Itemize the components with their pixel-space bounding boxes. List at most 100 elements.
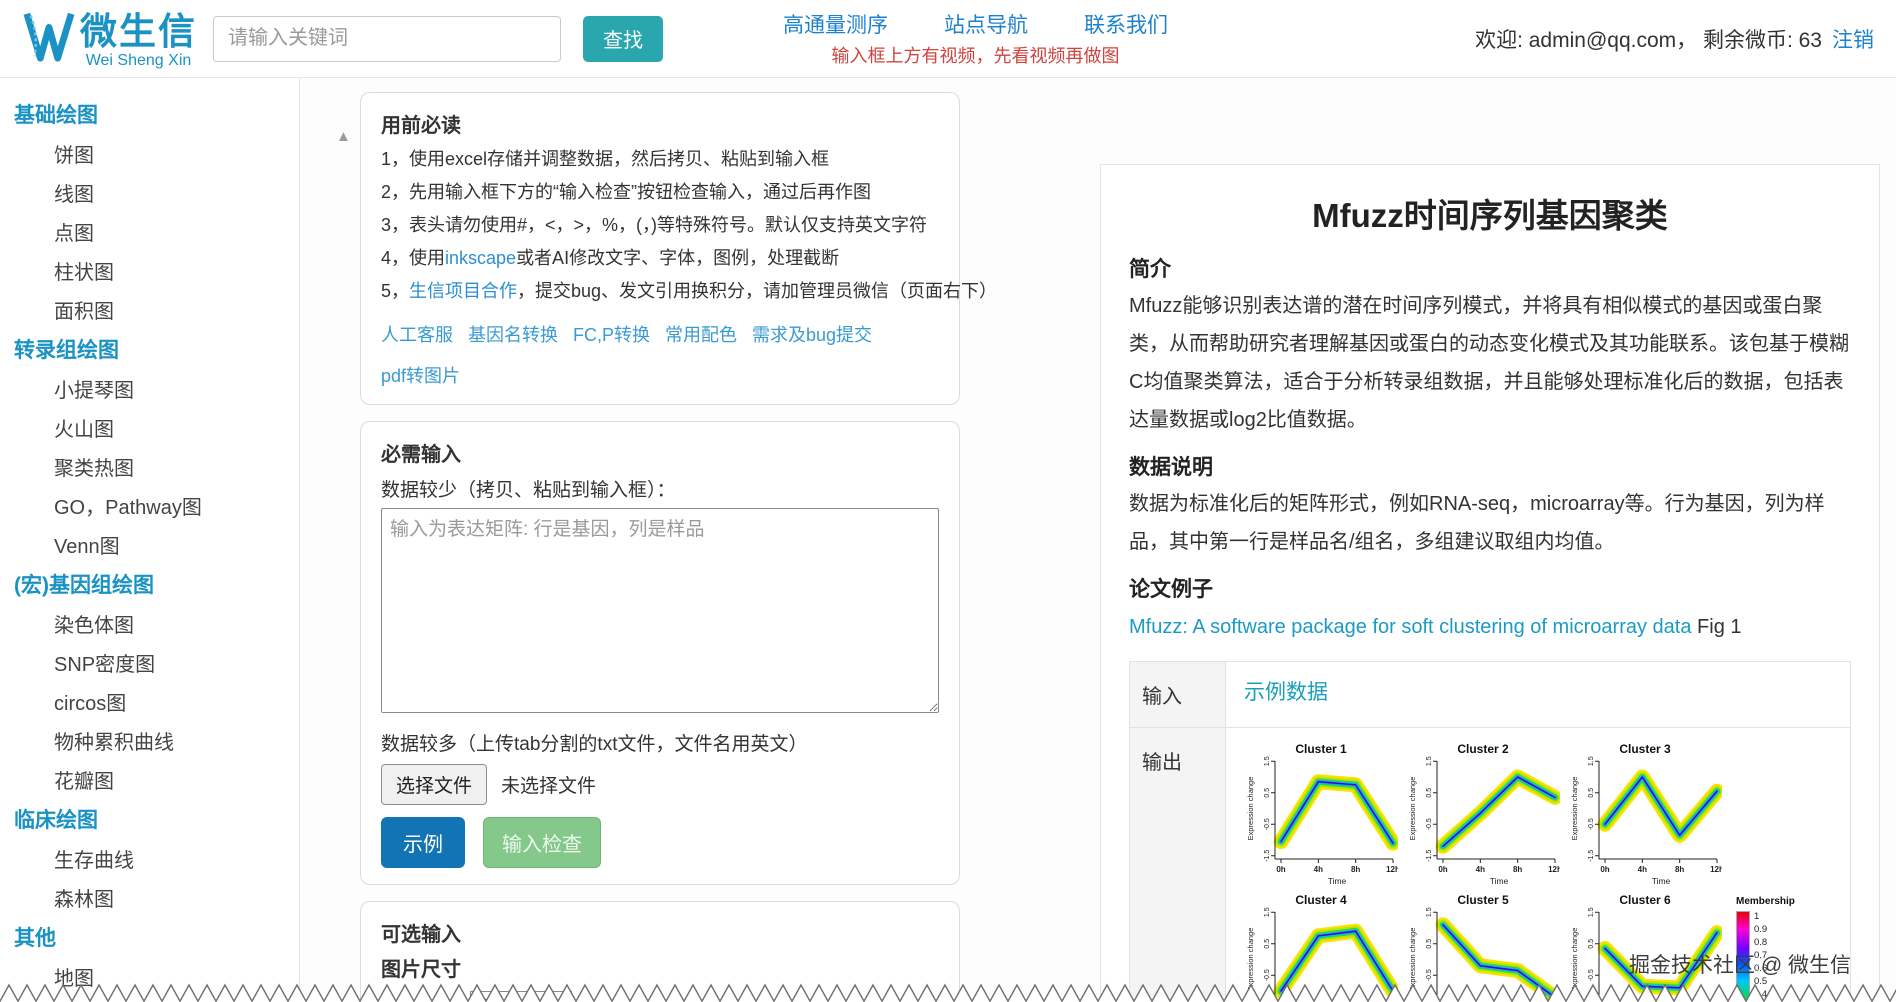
cluster-panel-title: Cluster 5 — [1406, 893, 1560, 907]
paper-link[interactable]: Mfuzz: A software package for soft clust… — [1129, 616, 1691, 638]
inkscape-link[interactable]: inkscape — [445, 248, 516, 268]
colorbar-title: Membership — [1736, 896, 1795, 907]
cluster-panel-title: Cluster 3 — [1568, 742, 1722, 756]
nav-link[interactable]: 联系我们 — [1084, 9, 1168, 39]
sidebar-item[interactable]: 聚类热图 — [14, 452, 299, 481]
quick-link[interactable]: pdf转图片 — [381, 362, 460, 388]
quick-link[interactable]: 常用配色 — [665, 321, 737, 347]
intro-paragraph: Mfuzz能够识别表达谱的潜在时间序列模式，并将具有相似模式的基因或蛋白聚类，从… — [1129, 287, 1851, 439]
paper-example-line: Mfuzz: A software package for soft clust… — [1129, 609, 1851, 645]
top-nav: 高通量测序 站点导航 联系我们 — [783, 9, 1168, 39]
sidebar-item[interactable]: SNP密度图 — [14, 648, 299, 677]
search-button[interactable]: 查找 — [583, 16, 663, 62]
input-row-label: 输入 — [1130, 662, 1226, 728]
button-row: 示例 输入检查 — [381, 817, 939, 868]
svg-text:12h: 12h — [1548, 865, 1560, 874]
quick-link[interactable]: 人工客服 — [381, 321, 453, 347]
sidebar-item[interactable]: 生存曲线 — [14, 844, 299, 873]
required-input-card: 必需输入 数据较少（拷贝、粘贴到输入框）： 数据较多（上传tab分割的txt文件… — [360, 421, 960, 885]
svg-text:Expression change: Expression change — [1570, 777, 1579, 841]
page-title: Mfuzz时间序列基因聚类 — [1129, 189, 1851, 237]
svg-text:Expression change: Expression change — [1408, 777, 1417, 841]
svg-text:1.5: 1.5 — [1426, 756, 1433, 766]
quick-link[interactable]: 需求及bug提交 — [752, 321, 872, 347]
choose-file-button[interactable]: 选择文件 — [381, 764, 487, 805]
weishengxin-page: 微生信 Wei Sheng Xin 查找 高通量测序 站点导航 联系我们 输入框上方… — [0, 0, 1896, 1002]
data-desc-heading: 数据说明 — [1129, 451, 1851, 481]
nav-link[interactable]: 站点导航 — [944, 9, 1028, 39]
sidebar-section-title[interactable]: (宏)基因组绘图 — [14, 569, 299, 599]
scroll-up-icon[interactable]: ▲ — [336, 128, 351, 145]
colorbar-tick-label: 0.9 — [1754, 924, 1767, 935]
svg-text:8h: 8h — [1675, 865, 1684, 874]
svg-text:1.5: 1.5 — [1588, 907, 1595, 917]
svg-text:Time: Time — [1328, 876, 1347, 886]
sidebar-item[interactable]: 柱状图 — [14, 256, 299, 285]
svg-text:4h: 4h — [1476, 865, 1485, 874]
logo[interactable]: 微生信 Wei Sheng Xin — [22, 8, 197, 69]
nav-block: 高通量测序 站点导航 联系我们 输入框上方有视频，先看视频再做图 — [783, 9, 1168, 68]
welcome-area: 欢迎: admin@qq.com， 剩余微币: 63 注销 — [1475, 24, 1874, 54]
colorbar-tick-label: 1 — [1754, 911, 1767, 922]
svg-text:-1.5: -1.5 — [1426, 850, 1433, 862]
readme-line-5: 5，生信项目合作，提交bug、发文引用换积分，请加管理员微信（页面右下） — [381, 277, 939, 303]
quick-link[interactable]: FC,P转换 — [573, 321, 650, 347]
svg-text:12h: 12h — [1386, 865, 1398, 874]
sidebar-section-title[interactable]: 临床绘图 — [14, 804, 299, 834]
svg-text:Time: Time — [1490, 876, 1509, 886]
sidebar-item[interactable]: GO，Pathway图 — [14, 491, 299, 520]
svg-text:1.5: 1.5 — [1426, 907, 1433, 917]
search-input[interactable] — [213, 16, 561, 62]
sidebar-item[interactable]: 面积图 — [14, 295, 299, 324]
nav-link[interactable]: 高通量测序 — [783, 9, 888, 39]
svg-text:0.5: 0.5 — [1264, 939, 1271, 949]
readme-card: 用前必读 1，使用excel存储并调整数据，然后拷贝、粘贴到输入框 2，先用输入… — [360, 92, 960, 405]
svg-text:0h: 0h — [1600, 865, 1609, 874]
video-notice: 输入框上方有视频，先看视频再做图 — [832, 42, 1120, 68]
sidebar-item[interactable]: circos图 — [14, 687, 299, 716]
sidebar-section-title[interactable]: 转录组绘图 — [14, 334, 299, 364]
upload-label: 数据较多（上传tab分割的txt文件，文件名用英文） — [381, 729, 939, 756]
paper-fig-ref: Fig 1 — [1691, 616, 1741, 638]
sidebar-item[interactable]: 饼图 — [14, 139, 299, 168]
torn-edge — [0, 980, 1896, 1002]
logo-dna-w-icon — [22, 8, 76, 69]
svg-text:-0.5: -0.5 — [1426, 818, 1433, 830]
colorbar-tick-label: 0.8 — [1754, 937, 1767, 948]
svg-text:8h: 8h — [1351, 865, 1360, 874]
logo-title: 微生信 — [80, 13, 197, 50]
sidebar-item[interactable]: 染色体图 — [14, 609, 299, 638]
sidebar-item[interactable]: 点图 — [14, 217, 299, 246]
sidebar-item[interactable]: 火山图 — [14, 413, 299, 442]
sample-data-link[interactable]: 示例数据 — [1244, 681, 1328, 704]
image-size-title: 图片尺寸 — [381, 953, 939, 982]
sidebar-item[interactable]: 物种累积曲线 — [14, 726, 299, 755]
svg-text:0.5: 0.5 — [1264, 788, 1271, 798]
svg-text:0.5: 0.5 — [1426, 939, 1433, 949]
sidebar-item[interactable]: Venn图 — [14, 530, 299, 559]
input-check-button[interactable]: 输入检查 — [483, 817, 601, 868]
readme-line-4: 4，使用inkscape或者AI修改文字、字体，图例，处理截断 — [381, 244, 939, 270]
content: 基础绘图饼图线图点图柱状图面积图转录组绘图小提琴图火山图聚类热图 GO，Pathw… — [0, 78, 1896, 1002]
sidebar-item[interactable]: 线图 — [14, 178, 299, 207]
data-input-textarea[interactable] — [381, 508, 939, 713]
sidebar-section-title[interactable]: 基础绘图 — [14, 99, 299, 129]
sidebar-item[interactable]: 花瓣图 — [14, 765, 299, 794]
sidebar-item[interactable]: 小提琴图 — [14, 374, 299, 403]
logout-link[interactable]: 注销 — [1832, 24, 1874, 54]
quick-link[interactable]: 基因名转换 — [468, 321, 558, 347]
example-button[interactable]: 示例 — [381, 817, 465, 868]
cluster-panel: Cluster 31.50.5-0.5-1.50h4h8h12hTimeExpr… — [1568, 742, 1722, 891]
sidebar: 基础绘图饼图线图点图柱状图面积图转录组绘图小提琴图火山图聚类热图 GO，Pathw… — [0, 78, 300, 1002]
data-desc-paragraph: 数据为标准化后的矩阵形式，例如RNA-seq，microarray等。行为基因，… — [1129, 485, 1851, 561]
sidebar-section-title[interactable]: 其他 — [14, 922, 299, 952]
readme-title: 用前必读 — [381, 109, 939, 138]
sidebar-item[interactable]: 森林图 — [14, 883, 299, 912]
svg-text:-0.5: -0.5 — [1264, 818, 1271, 830]
readme-line-3: 3，表头请勿使用#，<，>，%，(，)等特殊符号。默认仅支持英文字符 — [381, 211, 939, 237]
cooperation-link[interactable]: 生信项目合作 — [409, 281, 517, 301]
doc-panel: Mfuzz时间序列基因聚类 简介 Mfuzz能够识别表达谱的潜在时间序列模式，并… — [1100, 164, 1880, 1002]
svg-text:0.5: 0.5 — [1426, 788, 1433, 798]
output-row-label: 输出 — [1130, 728, 1226, 1002]
readme-line-2: 2，先用输入框下方的“输入检查”按钮检查输入，通过后再作图 — [381, 178, 939, 204]
